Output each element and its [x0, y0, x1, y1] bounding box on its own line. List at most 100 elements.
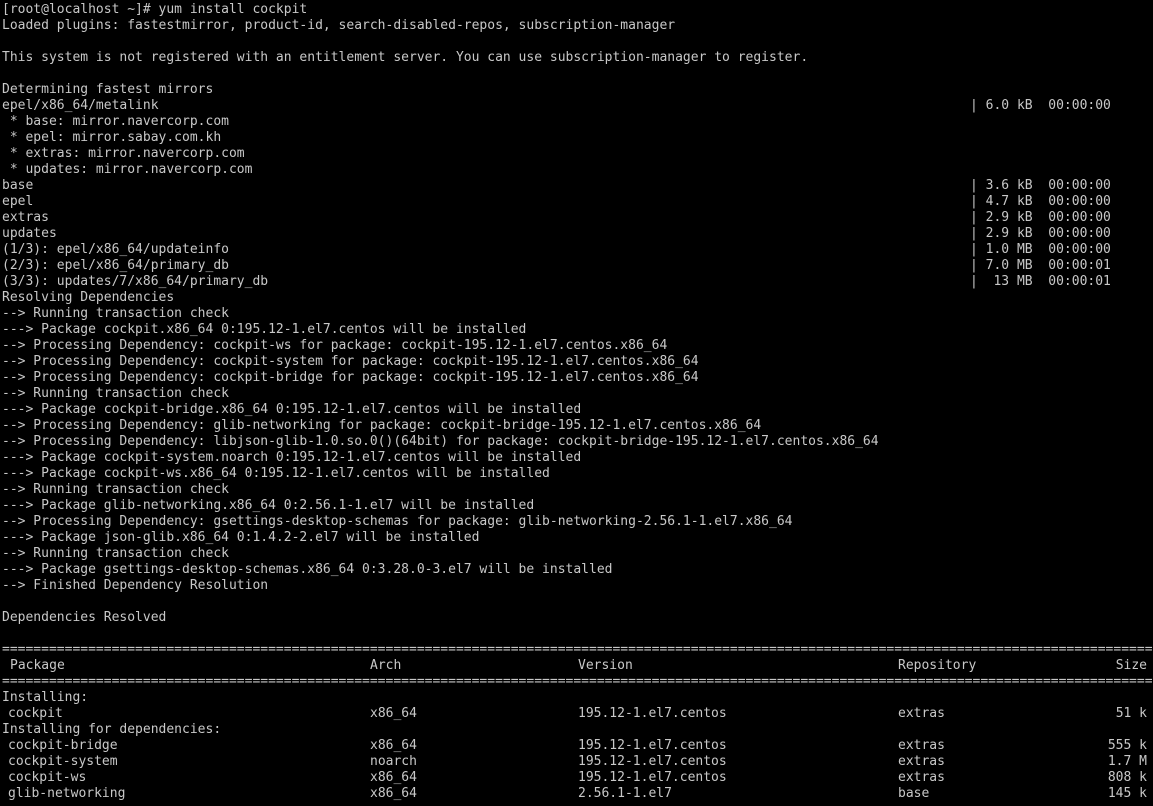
table-row: glib-networking x86_64 2.56.1-1.el7 base…: [0, 786, 1153, 802]
repo-download-lines: epel/x86_64/metalink | 6.0 kB 00:00:00 * …: [0, 98, 1153, 290]
repo-line-left: (1/3): epel/x86_64/updateinfo: [2, 242, 229, 257]
header-size: Size: [1116, 658, 1147, 674]
dep-line: [0, 594, 1153, 610]
header-repository: Repository: [898, 658, 976, 674]
cell-arch: x86_64: [370, 770, 417, 786]
dep-line: ---> Package cockpit-system.noarch 0:195…: [0, 450, 1153, 466]
header-arch: Arch: [370, 658, 401, 674]
repo-line: * extras: mirror.navercorp.com: [0, 146, 1153, 162]
dep-line: Resolving Dependencies: [0, 290, 1153, 306]
dep-line: --> Running transaction check: [0, 482, 1153, 498]
dep-line: --> Running transaction check: [0, 306, 1153, 322]
table-row: cockpit-system noarch 195.12-1.el7.cento…: [0, 754, 1153, 770]
cell-size: 808 k: [1108, 770, 1147, 786]
table-separator-bottom: ========================================…: [0, 674, 1153, 690]
repo-line-left: updates: [2, 226, 57, 241]
repo-line-left: * updates: mirror.navercorp.com: [2, 162, 252, 177]
repo-line: * updates: mirror.navercorp.com: [0, 162, 1153, 178]
repo-line: extras | 2.9 kB 00:00:00: [0, 210, 1153, 226]
repo-line: (1/3): epel/x86_64/updateinfo | 1.0 MB 00…: [0, 242, 1153, 258]
transaction-table: ========================================…: [0, 642, 1153, 802]
repo-line: epel/x86_64/metalink | 6.0 kB 00:00:00: [0, 98, 1153, 114]
cell-arch: noarch: [370, 754, 417, 770]
repo-line: base| 3.6 kB 00:00:00: [0, 178, 1153, 194]
dep-line: [0, 626, 1153, 642]
dep-line: ---> Package cockpit.x86_64 0:195.12-1.e…: [0, 322, 1153, 338]
cell-repository: extras: [898, 706, 945, 722]
cell-package: cockpit-ws: [8, 770, 86, 786]
repo-line: epel | 4.7 kB 00:00:00: [0, 194, 1153, 210]
repo-line: (3/3): updates/7/x86_64/primary_db | 13 M…: [0, 274, 1153, 290]
repo-line-left: * epel: mirror.sabay.com.kh: [2, 130, 221, 145]
cell-size: 555 k: [1108, 738, 1147, 754]
output-line: [0, 66, 1153, 82]
table-row: cockpit-bridge x86_64 195.12-1.el7.cento…: [0, 738, 1153, 754]
output-line: [0, 34, 1153, 50]
dep-line: ---> Package cockpit-bridge.x86_64 0:195…: [0, 402, 1153, 418]
cell-package: cockpit-bridge: [8, 738, 118, 754]
cell-package: cockpit-system: [8, 754, 118, 770]
cell-package: cockpit: [8, 706, 63, 722]
repo-line-right: | 2.9 kB 00:00:00: [970, 210, 1111, 226]
dep-line: Dependencies Resolved: [0, 610, 1153, 626]
table-header-row: Package Arch Version Repository Size: [0, 658, 1153, 674]
table-row: cockpit x86_64 195.12-1.el7.centos extra…: [0, 706, 1153, 722]
section-installing-label: Installing:: [0, 690, 1153, 706]
cell-version: 195.12-1.el7.centos: [578, 754, 727, 770]
repo-line-right: | 4.7 kB 00:00:00: [970, 194, 1111, 210]
cell-repository: extras: [898, 770, 945, 786]
repo-line-left: * base: mirror.navercorp.com: [2, 114, 229, 129]
cell-version: 2.56.1-1.el7: [578, 786, 672, 802]
repo-line-right: | 13 MB 00:00:01: [970, 274, 1111, 290]
terminal-window[interactable]: [root@localhost ~]# yum install cockpit …: [0, 0, 1153, 806]
cell-version: 195.12-1.el7.centos: [578, 770, 727, 786]
repo-line-left: extras: [2, 210, 49, 225]
cell-size: 1.7 M: [1108, 754, 1147, 770]
prompt-command-line: [root@localhost ~]# yum install cockpit: [0, 2, 1153, 18]
repo-line-left: epel/x86_64/metalink: [2, 98, 159, 113]
cell-repository: extras: [898, 754, 945, 770]
cell-repository: base: [898, 786, 929, 802]
dep-line: --> Running transaction check: [0, 386, 1153, 402]
repo-line: (2/3): epel/x86_64/primary_db | 7.0 MB 00…: [0, 258, 1153, 274]
dep-line: ---> Package glib-networking.x86_64 0:2.…: [0, 498, 1153, 514]
dependency-lines: Resolving Dependencies --> Running trans…: [0, 290, 1153, 642]
dep-line: --> Processing Dependency: cockpit-syste…: [0, 354, 1153, 370]
repo-line-right: | 3.6 kB 00:00:00: [970, 178, 1111, 194]
repo-line: * base: mirror.navercorp.com: [0, 114, 1153, 130]
dep-line: --> Processing Dependency: glib-networki…: [0, 418, 1153, 434]
table-separator-top: ========================================…: [0, 642, 1153, 658]
repo-line: updates | 2.9 kB 00:00:00: [0, 226, 1153, 242]
cell-size: 145 k: [1108, 786, 1147, 802]
repo-line-left: * extras: mirror.navercorp.com: [2, 146, 245, 161]
repo-line-right: | 1.0 MB 00:00:00: [970, 242, 1111, 258]
header-lines: [root@localhost ~]# yum install cockpit …: [0, 2, 1153, 98]
dep-line: --> Processing Dependency: cockpit-bridg…: [0, 370, 1153, 386]
dep-line: --> Processing Dependency: cockpit-ws fo…: [0, 338, 1153, 354]
repo-line: * epel: mirror.sabay.com.kh: [0, 130, 1153, 146]
header-version: Version: [578, 658, 633, 674]
output-line: Loaded plugins: fastestmirror, product-i…: [0, 18, 1153, 34]
dep-line: --> Processing Dependency: gsettings-des…: [0, 514, 1153, 530]
cell-package: glib-networking: [8, 786, 125, 802]
repo-line-left: epel: [2, 194, 33, 209]
repo-line-left: (3/3): updates/7/x86_64/primary_db: [2, 274, 268, 289]
cell-repository: extras: [898, 738, 945, 754]
dep-line: --> Processing Dependency: libjson-glib-…: [0, 434, 1153, 450]
cell-size: 51 k: [1116, 706, 1147, 722]
cell-arch: x86_64: [370, 738, 417, 754]
dep-line: ---> Package json-glib.x86_64 0:1.4.2-2.…: [0, 530, 1153, 546]
header-package: Package: [10, 658, 65, 674]
repo-line-right: | 7.0 MB 00:00:01: [970, 258, 1111, 274]
repo-line-right: | 6.0 kB 00:00:00: [970, 98, 1111, 114]
dep-line: --> Finished Dependency Resolution: [0, 578, 1153, 594]
dep-line: --> Running transaction check: [0, 546, 1153, 562]
output-line: Determining fastest mirrors: [0, 82, 1153, 98]
output-line: This system is not registered with an en…: [0, 50, 1153, 66]
table-row: cockpit-ws x86_64 195.12-1.el7.centos ex…: [0, 770, 1153, 786]
repo-line-left: (2/3): epel/x86_64/primary_db: [2, 258, 229, 273]
section-deps-label: Installing for dependencies:: [0, 722, 1153, 738]
cell-version: 195.12-1.el7.centos: [578, 738, 727, 754]
repo-line-right: | 2.9 kB 00:00:00: [970, 226, 1111, 242]
cell-arch: x86_64: [370, 786, 417, 802]
